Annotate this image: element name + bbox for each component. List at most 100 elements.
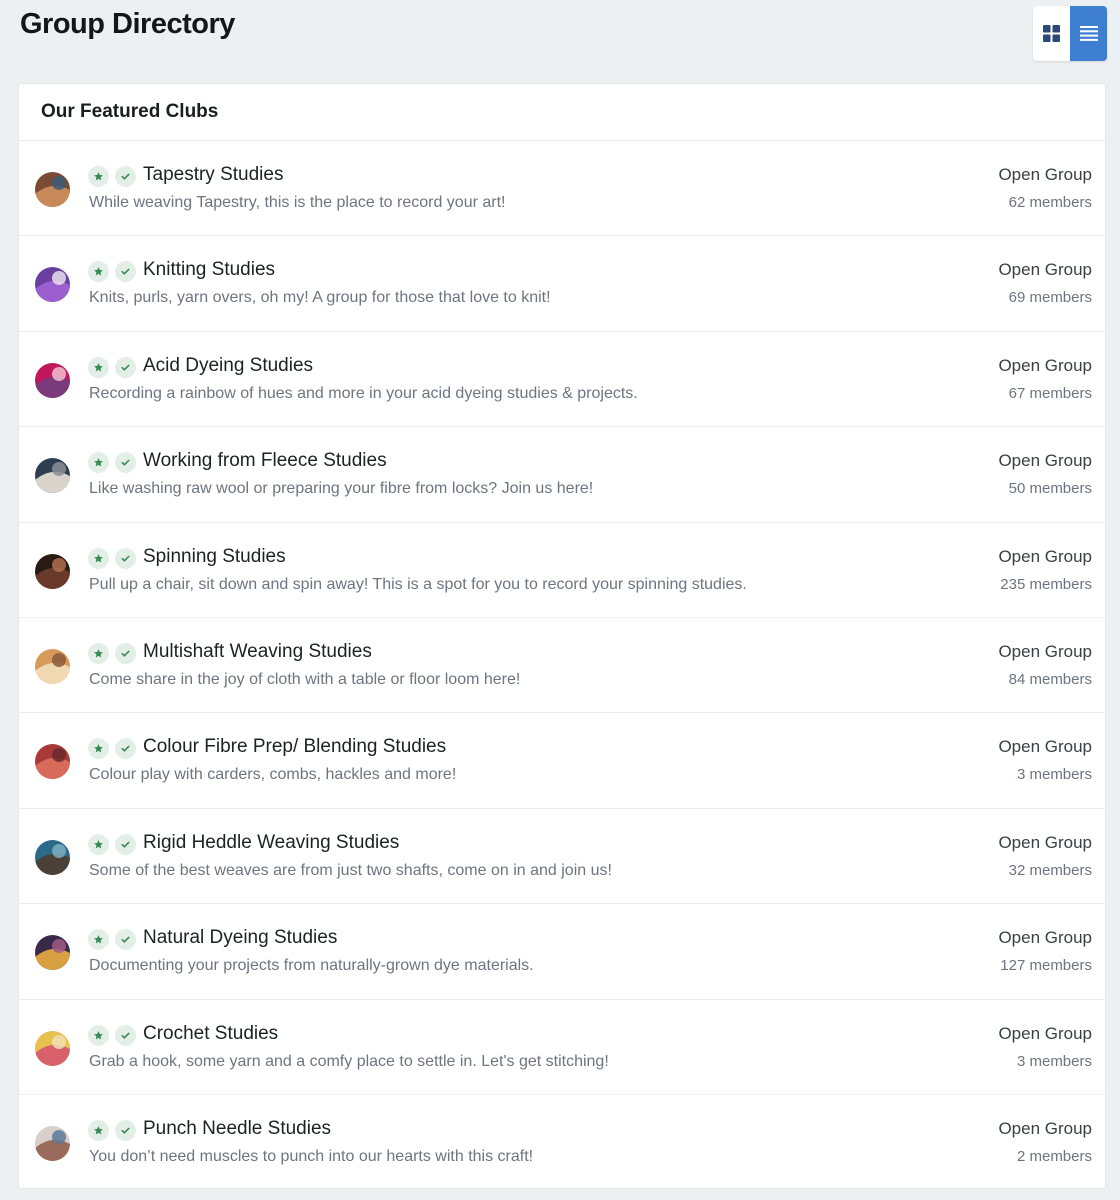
club-badges: [88, 452, 136, 474]
club-name[interactable]: Knitting Studies: [143, 259, 275, 281]
star-icon: [88, 833, 109, 855]
list-icon: [1079, 26, 1098, 41]
grid-view-button[interactable]: [1033, 6, 1070, 61]
club-name[interactable]: Crochet Studies: [143, 1023, 278, 1045]
club-type: Open Group: [998, 832, 1092, 852]
club-members: 69 members: [1008, 289, 1092, 307]
club-members: 67 members: [1008, 384, 1092, 402]
club-type: Open Group: [998, 260, 1092, 280]
club-badges: [88, 547, 136, 569]
panel-title: Our Featured Clubs: [41, 101, 219, 122]
club-description: Knits, purls, yarn overs, oh my! A group…: [89, 289, 551, 307]
page-header: Group Directory: [0, 0, 1120, 80]
check-icon: [115, 547, 136, 569]
club-badges: [88, 261, 136, 283]
check-icon: [115, 929, 136, 951]
star-icon: [88, 261, 109, 283]
club-avatar[interactable]: [35, 362, 70, 398]
club-row[interactable]: Multishaft Weaving Studies Come share in …: [19, 618, 1105, 714]
club-description: You don’t need muscles to punch into our…: [89, 1147, 534, 1165]
star-icon: [88, 166, 109, 187]
star-icon: [88, 452, 109, 474]
club-members: 127 members: [1000, 957, 1092, 975]
club-members: 3 members: [1016, 1052, 1092, 1070]
club-members: 62 members: [1008, 194, 1092, 211]
star-icon: [88, 356, 109, 378]
club-avatar[interactable]: [35, 839, 70, 875]
club-type: Open Group: [998, 165, 1092, 184]
star-icon: [88, 547, 109, 569]
club-type: Open Group: [998, 1023, 1092, 1043]
star-icon: [88, 1024, 109, 1046]
check-icon: [115, 642, 136, 664]
club-row[interactable]: Acid Dyeing Studies Recording a rainbow o…: [19, 332, 1105, 428]
club-name[interactable]: Colour Fibre Prep/ Blending Studies: [143, 736, 446, 758]
club-avatar[interactable]: [35, 935, 70, 971]
club-description: Grab a hook, some yarn and a comfy place…: [89, 1052, 609, 1070]
check-icon: [115, 166, 136, 187]
check-icon: [115, 452, 136, 474]
club-avatar[interactable]: [35, 648, 70, 684]
club-row[interactable]: Spinning Studies Pull up a chair, sit dow…: [19, 523, 1105, 618]
club-badges: [88, 356, 136, 378]
featured-clubs-panel: Our Featured Clubs Tapestry Studies While…: [18, 83, 1106, 1189]
check-icon: [115, 1119, 136, 1141]
club-row[interactable]: Colour Fibre Prep/ Blending Studies Colou…: [19, 713, 1105, 809]
club-badges: [88, 833, 136, 855]
club-name[interactable]: Acid Dyeing Studies: [143, 355, 313, 377]
club-badges: [88, 166, 136, 187]
club-avatar[interactable]: [35, 1030, 70, 1066]
club-type: Open Group: [998, 737, 1092, 757]
club-name[interactable]: Spinning Studies: [143, 546, 286, 568]
club-type: Open Group: [998, 1118, 1092, 1138]
club-avatar[interactable]: [35, 458, 70, 494]
club-row[interactable]: Knitting Studies Knits, purls, yarn overs…: [19, 236, 1105, 332]
club-type: Open Group: [998, 451, 1092, 471]
club-members: 2 members: [1016, 1147, 1092, 1165]
club-avatar[interactable]: [35, 267, 70, 303]
club-avatar[interactable]: [35, 553, 70, 589]
club-row[interactable]: Crochet Studies Grab a hook, some yarn an…: [19, 1000, 1105, 1095]
club-badges: [88, 738, 136, 760]
club-members: 32 members: [1008, 861, 1092, 879]
club-description: Like washing raw wool or preparing your …: [89, 480, 594, 498]
club-description: Some of the best weaves are from just tw…: [89, 861, 612, 879]
club-row[interactable]: Rigid Heddle Weaving Studies Some of the …: [19, 809, 1105, 905]
club-row[interactable]: Tapestry Studies While weaving Tapestry, …: [19, 141, 1105, 237]
club-description: Colour play with carders, combs, hackles…: [89, 766, 457, 784]
club-name[interactable]: Punch Needle Studies: [143, 1118, 331, 1140]
club-badges: [88, 642, 136, 664]
club-row[interactable]: Working from Fleece Studies Like washing …: [19, 427, 1105, 523]
club-description: Documenting your projects from naturally…: [89, 957, 534, 975]
club-members: 235 members: [1000, 575, 1092, 593]
check-icon: [115, 356, 136, 378]
club-badges: [88, 1119, 136, 1141]
club-members: 3 members: [1016, 766, 1092, 784]
club-row[interactable]: Punch Needle Studies You don’t need muscl…: [19, 1095, 1105, 1190]
club-list: Tapestry Studies While weaving Tapestry, …: [19, 141, 1105, 1190]
club-avatar[interactable]: [35, 1125, 70, 1161]
club-description: While weaving Tapestry, this is the plac…: [89, 194, 506, 211]
star-icon: [88, 1119, 109, 1141]
star-icon: [88, 738, 109, 760]
check-icon: [115, 261, 136, 283]
club-type: Open Group: [998, 546, 1092, 566]
view-toggle: [1033, 6, 1107, 61]
club-avatar[interactable]: [35, 172, 70, 207]
club-badges: [88, 1024, 136, 1046]
club-type: Open Group: [998, 641, 1092, 661]
club-name[interactable]: Rigid Heddle Weaving Studies: [143, 832, 399, 854]
grid-icon: [1043, 25, 1060, 42]
club-name[interactable]: Working from Fleece Studies: [143, 450, 387, 472]
check-icon: [115, 833, 136, 855]
club-row[interactable]: Natural Dyeing Studies Documenting your p…: [19, 904, 1105, 1000]
club-name[interactable]: Natural Dyeing Studies: [143, 927, 337, 949]
club-name[interactable]: Multishaft Weaving Studies: [143, 641, 372, 663]
list-view-button[interactable]: [1070, 6, 1107, 61]
club-name[interactable]: Tapestry Studies: [143, 164, 283, 186]
club-members: 84 members: [1008, 670, 1092, 688]
star-icon: [88, 642, 109, 664]
club-avatar[interactable]: [35, 744, 70, 780]
check-icon: [115, 738, 136, 760]
page-title: Group Directory: [20, 8, 235, 40]
